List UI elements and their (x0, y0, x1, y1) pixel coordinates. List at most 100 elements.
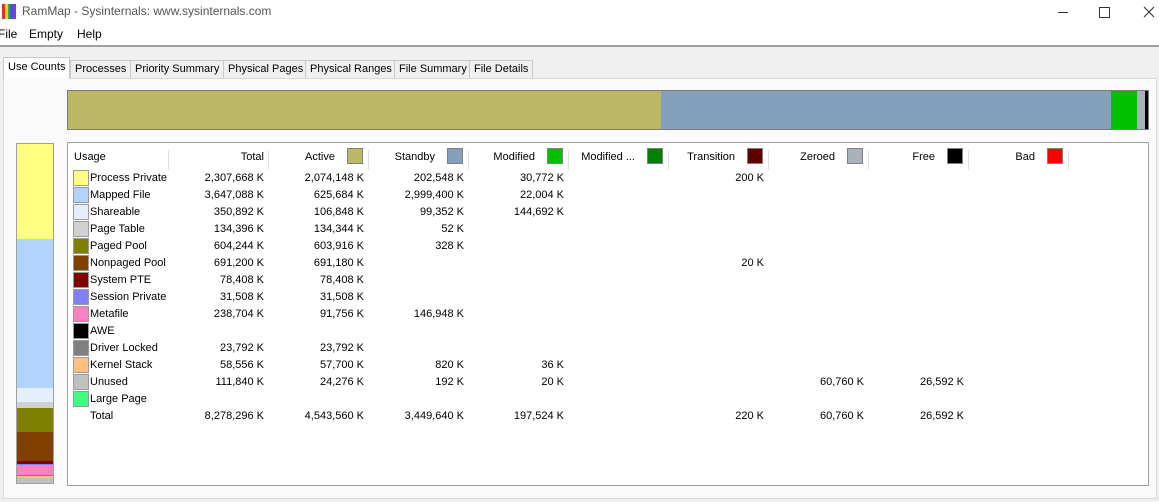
column-color-swatch (547, 148, 563, 164)
table-cell: 350,892 K (213, 206, 264, 218)
table-cell: 23,792 K (319, 342, 364, 354)
window-title: RamMap - Sysinternals: www.sysinternals.… (22, 4, 272, 18)
table-cell: 91,756 K (319, 308, 364, 320)
tab-file-details[interactable]: File Details (469, 60, 534, 78)
usage-label: Metafile (90, 308, 129, 320)
close-button[interactable] (1126, 0, 1159, 24)
column-header-free[interactable]: Free (869, 148, 969, 170)
column-separator[interactable] (1068, 150, 1069, 170)
usage-color-swatch (73, 340, 89, 356)
usage-segment-nonpaged-pool (17, 432, 53, 461)
table-cell: 20 K (541, 376, 564, 388)
column-header-total[interactable]: Total (169, 148, 269, 170)
usage-label: Driver Locked (90, 342, 158, 354)
page-list-segment-modified (1110, 91, 1137, 129)
column-header-zeroed[interactable]: Zeroed (769, 148, 869, 170)
usage-segment-shareable (17, 387, 53, 403)
table-cell: 328 K (435, 240, 464, 252)
column-header-usage[interactable]: Usage (74, 148, 169, 170)
column-header-standby[interactable]: Standby (369, 148, 469, 170)
table-row[interactable]: Shareable 350,892 K 106,848 K 99,352 K 144,6… (68, 204, 1148, 221)
column-header-bad[interactable]: Bad (969, 148, 1069, 170)
table-row[interactable]: Total 8,278,296 K 4,543,560 K 3,449,640 K 19… (68, 408, 1148, 425)
usage-color-swatch (73, 357, 89, 373)
column-header-label: Zeroed (800, 151, 835, 163)
table-cell: 111,840 K (215, 376, 264, 388)
column-header-active[interactable]: Active (269, 148, 369, 170)
table-cell: 625,684 K (313, 189, 364, 201)
column-header-label: Transition (687, 151, 735, 163)
table-cell: 57,700 K (319, 359, 364, 371)
usage-label: Kernel Stack (90, 359, 153, 371)
table-cell: 78,408 K (219, 274, 264, 286)
column-header-label: Usage (74, 151, 106, 163)
table-cell: 36 K (541, 359, 564, 371)
table-cell: 2,074,148 K (304, 172, 364, 184)
page-list-bar (67, 90, 1149, 130)
usage-segment-process-private (17, 144, 53, 239)
column-color-swatch (947, 148, 963, 164)
tab-priority-summary[interactable]: Priority Summary (130, 60, 225, 78)
table-cell: 3,647,088 K (204, 189, 264, 201)
table-cell: 238,704 K (213, 308, 264, 320)
tab-file-summary[interactable]: File Summary (394, 60, 472, 78)
table-cell: 134,396 K (213, 223, 264, 235)
table-cell: 31,508 K (219, 291, 264, 303)
menu-file[interactable]: File (0, 27, 17, 41)
table-cell: 820 K (435, 359, 464, 371)
usage-label: Unused (90, 376, 128, 388)
table-row[interactable]: Process Private 2,307,668 K 2,074,148 K 202… (68, 170, 1148, 187)
menu-empty[interactable]: Empty (29, 27, 63, 41)
usage-color-swatch (73, 187, 89, 203)
usage-bar (16, 143, 54, 484)
minimize-button[interactable] (1040, 0, 1086, 24)
menu-help[interactable]: Help (77, 27, 102, 41)
table-row[interactable]: Large Page (68, 391, 1148, 408)
usage-color-swatch (73, 391, 89, 407)
table-cell: 220 K (735, 410, 764, 422)
use-counts-table[interactable]: Usage Total Active Standby Modified Modified … (67, 142, 1149, 486)
usage-label: System PTE (90, 274, 152, 286)
table-row[interactable]: AWE (68, 323, 1148, 340)
usage-color-swatch (73, 272, 89, 288)
usage-color-swatch (73, 170, 89, 186)
column-color-swatch (747, 148, 763, 164)
column-header-modified[interactable]: Modified (469, 148, 569, 170)
tab-use-counts[interactable]: Use Counts (3, 57, 71, 79)
tab-physical-ranges[interactable]: Physical Ranges (305, 60, 397, 78)
table-cell: 134,344 K (313, 223, 364, 235)
table-cell: 604,244 K (213, 240, 264, 252)
usage-color-swatch (73, 238, 89, 254)
usage-segment-metafile (17, 465, 53, 476)
table-row[interactable]: Paged Pool 604,244 K 603,916 K 328 K (68, 238, 1148, 255)
title-bar: RamMap - Sysinternals: www.sysinternals.… (0, 0, 1159, 24)
table-row[interactable]: System PTE 78,408 K 78,408 K (68, 272, 1148, 289)
tab-physical-pages[interactable]: Physical Pages (223, 60, 309, 78)
table-row[interactable]: Page Table 134,396 K 134,344 K 52 K (68, 221, 1148, 238)
table-cell: 603,916 K (313, 240, 364, 252)
usage-color-swatch (73, 306, 89, 322)
table-row[interactable]: Nonpaged Pool 691,200 K 691,180 K 20 K (68, 255, 1148, 272)
column-header-transition[interactable]: Transition (669, 148, 769, 170)
column-header-label: Total (240, 151, 264, 163)
column-color-swatch (847, 148, 863, 164)
table-cell: 192 K (435, 376, 464, 388)
column-header-modified[interactable]: Modified ... (569, 148, 669, 170)
table-row[interactable]: Kernel Stack 58,556 K 57,700 K 820 K 36 K (68, 357, 1148, 374)
table-cell: 24,276 K (319, 376, 364, 388)
table-cell: 2,307,668 K (204, 172, 264, 184)
table-cell: 146,948 K (413, 308, 464, 320)
table-cell: 26,592 K (919, 410, 964, 422)
table-cell: 200 K (735, 172, 764, 184)
usage-color-swatch (73, 323, 89, 339)
table-row[interactable]: Unused 111,840 K 24,276 K 192 K 20 K 60,760 K… (68, 374, 1148, 391)
maximize-button[interactable] (1081, 0, 1127, 24)
minimize-icon (1058, 11, 1068, 13)
column-color-swatch (1047, 148, 1063, 164)
table-cell: 2,999,400 K (404, 189, 464, 201)
table-row[interactable]: Driver Locked 23,792 K 23,792 K (68, 340, 1148, 357)
tab-processes[interactable]: Processes (70, 60, 132, 78)
table-row[interactable]: Mapped File 3,647,088 K 625,684 K 2,999,400… (68, 187, 1148, 204)
table-row[interactable]: Metafile 238,704 K 91,756 K 146,948 K (68, 306, 1148, 323)
table-row[interactable]: Session Private 31,508 K 31,508 K (68, 289, 1148, 306)
